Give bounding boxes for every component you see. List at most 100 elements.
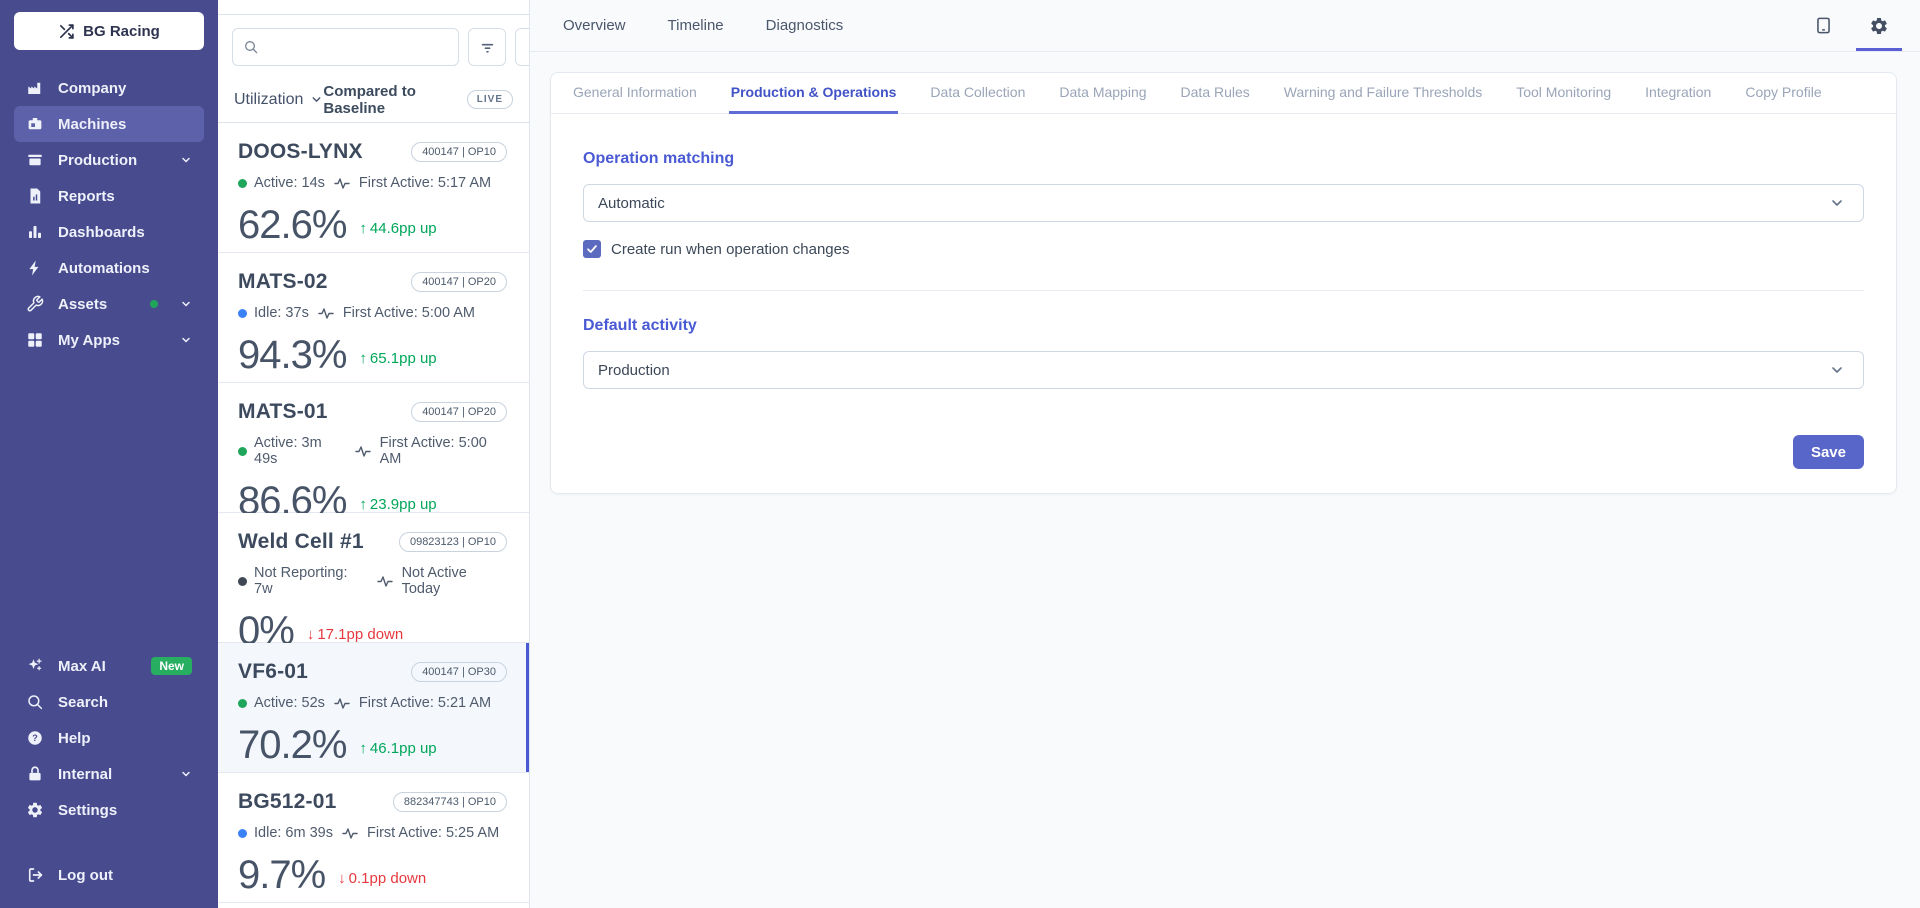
machine-card-doos-lynx[interactable]: DOOS-LYNX 400147 | OP10 Active: 14s Firs… bbox=[218, 123, 529, 253]
sidebar-item-production[interactable]: Production bbox=[14, 142, 204, 178]
sidebar-item-my-apps[interactable]: My Apps bbox=[14, 322, 204, 358]
machine-id-badge: 400147 | OP20 bbox=[411, 402, 507, 422]
sidebar-item-help[interactable]: ? Help bbox=[14, 720, 204, 756]
trend-down-icon bbox=[338, 870, 346, 887]
machine-card-mats-02[interactable]: MATS-02 400147 | OP20 Idle: 37s First Ac… bbox=[218, 253, 529, 383]
default-activity-select[interactable]: Production bbox=[583, 351, 1864, 389]
sidebar-item-settings[interactable]: Settings bbox=[14, 792, 204, 828]
machine-search-input[interactable] bbox=[267, 39, 448, 55]
comparison-label: Compared to Baseline bbox=[323, 83, 458, 117]
metric-dropdown[interactable]: Utilization bbox=[234, 91, 323, 109]
operation-matching-value: Automatic bbox=[598, 195, 665, 212]
utilization-delta: 0.1pp down bbox=[338, 870, 426, 887]
machine-card-mats-01[interactable]: MATS-01 400147 | OP20 Active: 3m 49s Fir… bbox=[218, 383, 529, 513]
tab-integration[interactable]: Integration bbox=[1643, 73, 1713, 114]
sidebar-item-label: Dashboards bbox=[58, 224, 145, 241]
first-active-label: First Active: 5:25 AM bbox=[367, 825, 499, 841]
sidebar-footer-nav: Max AI New Search ? Help Internal Settin… bbox=[0, 648, 218, 828]
chevron-down-icon bbox=[180, 154, 192, 166]
tab-production-operations[interactable]: Production & Operations bbox=[729, 73, 899, 114]
list-top-divider bbox=[218, 0, 529, 15]
machine-id-badge: 400147 | OP30 bbox=[411, 662, 507, 682]
tab-timeline[interactable]: Timeline bbox=[668, 17, 724, 34]
sort-button[interactable] bbox=[515, 28, 530, 66]
machine-card-bg512-01[interactable]: BG512-01 882347743 | OP10 Idle: 6m 39s F… bbox=[218, 773, 529, 903]
sidebar-item-search[interactable]: Search bbox=[14, 684, 204, 720]
machine-search-box[interactable] bbox=[232, 28, 459, 66]
logout-icon bbox=[26, 866, 44, 884]
activity-icon bbox=[377, 575, 393, 588]
tab-general-information[interactable]: General Information bbox=[571, 73, 699, 114]
utilization-delta: 46.1pp up bbox=[359, 740, 436, 757]
create-run-row: Create run when operation changes bbox=[583, 240, 1864, 258]
status-dot bbox=[238, 699, 247, 708]
chevron-down-icon bbox=[1829, 362, 1845, 378]
view-tabs: Overview Timeline Diagnostics bbox=[563, 0, 843, 51]
machine-settings-button[interactable] bbox=[1856, 0, 1902, 51]
sidebar-item-automations[interactable]: Automations bbox=[14, 250, 204, 286]
save-button[interactable]: Save bbox=[1793, 435, 1864, 469]
filter-button[interactable] bbox=[468, 28, 506, 66]
tab-tool-monitoring[interactable]: Tool Monitoring bbox=[1514, 73, 1613, 114]
gear-icon bbox=[26, 801, 44, 819]
svg-text:?: ? bbox=[32, 733, 38, 743]
first-active-label: Not Active Today bbox=[402, 565, 507, 597]
operation-matching-select[interactable]: Automatic bbox=[583, 184, 1864, 222]
trend-down-icon bbox=[307, 626, 315, 643]
utilization-delta: 23.9pp up bbox=[359, 496, 436, 513]
machine-name: MATS-01 bbox=[238, 400, 328, 424]
machine-settings-card: General Information Production & Operati… bbox=[550, 72, 1897, 494]
help-icon: ? bbox=[26, 729, 44, 747]
factory-icon bbox=[26, 79, 44, 97]
search-icon bbox=[26, 693, 44, 711]
sidebar-item-label: Production bbox=[58, 152, 137, 169]
status-dot bbox=[238, 179, 247, 188]
main-content: Overview Timeline Diagnostics General In… bbox=[530, 0, 1920, 908]
tab-data-collection[interactable]: Data Collection bbox=[928, 73, 1027, 114]
tab-data-mapping[interactable]: Data Mapping bbox=[1057, 73, 1148, 114]
chevron-down-icon bbox=[180, 768, 192, 780]
utilization-value: 94.3% bbox=[238, 333, 346, 378]
utilization-delta: 17.1pp down bbox=[307, 626, 403, 643]
tab-overview[interactable]: Overview bbox=[563, 17, 626, 34]
sidebar-item-label: Settings bbox=[58, 802, 117, 819]
box-icon bbox=[26, 151, 44, 169]
tab-copy-profile[interactable]: Copy Profile bbox=[1743, 73, 1823, 114]
sidebar-item-label: My Apps bbox=[58, 332, 120, 349]
machine-card-weld-cell-1[interactable]: Weld Cell #1 09823123 | OP10 Not Reporti… bbox=[218, 513, 529, 643]
logout-label: Log out bbox=[58, 867, 113, 884]
create-run-label[interactable]: Create run when operation changes bbox=[611, 241, 850, 258]
sidebar-item-label: Help bbox=[58, 730, 91, 747]
machine-icon bbox=[26, 115, 44, 133]
machine-search-row bbox=[218, 15, 529, 77]
logout-button[interactable]: Log out bbox=[14, 857, 204, 893]
sidebar-item-dashboards[interactable]: Dashboards bbox=[14, 214, 204, 250]
metric-header-row: Utilization Compared to Baseline LIVE bbox=[218, 77, 529, 123]
sidebar-item-assets[interactable]: Assets bbox=[14, 286, 204, 322]
sidebar-item-reports[interactable]: Reports bbox=[14, 178, 204, 214]
machine-card-vf6-01[interactable]: VF6-01 400147 | OP30 Active: 52s First A… bbox=[218, 643, 529, 773]
sidebar-item-company[interactable]: Company bbox=[14, 70, 204, 106]
sidebar-item-max-ai[interactable]: Max AI New bbox=[14, 648, 204, 684]
first-active-label: First Active: 5:17 AM bbox=[359, 175, 491, 191]
machine-id-badge: 400147 | OP20 bbox=[411, 272, 507, 292]
sidebar-item-machines[interactable]: Machines bbox=[14, 106, 204, 142]
tablet-view-button[interactable] bbox=[1800, 0, 1846, 51]
status-dot bbox=[238, 829, 247, 838]
utilization-value: 9.7% bbox=[238, 853, 325, 898]
create-run-checkbox[interactable] bbox=[583, 240, 601, 258]
tab-data-rules[interactable]: Data Rules bbox=[1179, 73, 1252, 114]
sidebar-logout-section: Log out bbox=[0, 857, 218, 893]
app-logo[interactable]: BG Racing bbox=[14, 12, 204, 50]
sidebar-item-internal[interactable]: Internal bbox=[14, 756, 204, 792]
machine-id-badge: 400147 | OP10 bbox=[411, 142, 507, 162]
tab-diagnostics[interactable]: Diagnostics bbox=[766, 17, 844, 34]
activity-icon bbox=[318, 307, 334, 320]
machine-name: DOOS-LYNX bbox=[238, 140, 363, 164]
search-icon bbox=[243, 39, 259, 55]
report-document-icon bbox=[26, 187, 44, 205]
logo-label: BG Racing bbox=[83, 23, 160, 40]
chevron-down-icon bbox=[310, 93, 323, 106]
tab-warning-failure-thresholds[interactable]: Warning and Failure Thresholds bbox=[1282, 73, 1484, 114]
sidebar-item-label: Search bbox=[58, 694, 108, 711]
